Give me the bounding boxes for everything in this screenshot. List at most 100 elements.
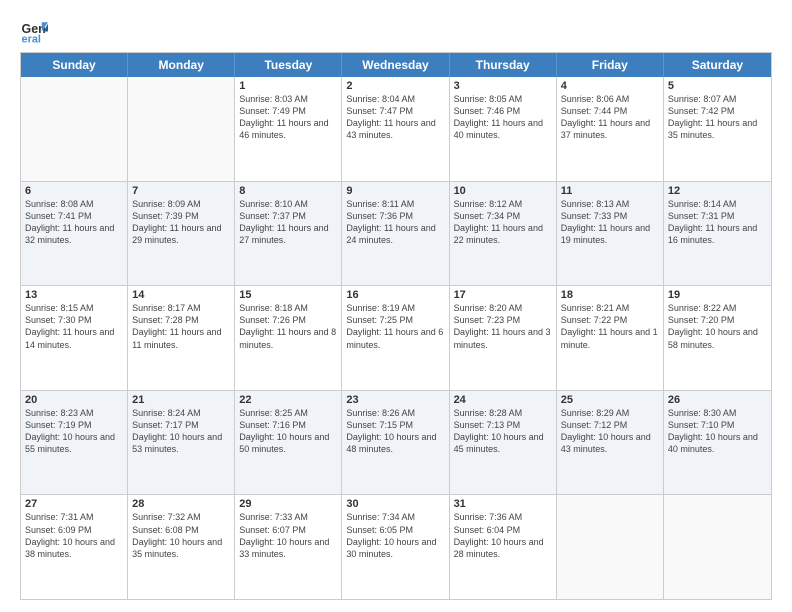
day-info: Sunrise: 8:11 AMSunset: 7:36 PMDaylight:… [346,198,444,247]
day-number: 15 [239,289,337,301]
calendar-cell: 19Sunrise: 8:22 AMSunset: 7:20 PMDayligh… [664,286,771,390]
calendar-cell: 2Sunrise: 8:04 AMSunset: 7:47 PMDaylight… [342,77,449,181]
day-info: Sunrise: 7:32 AMSunset: 6:08 PMDaylight:… [132,511,230,560]
calendar-cell: 10Sunrise: 8:12 AMSunset: 7:34 PMDayligh… [450,182,557,286]
day-info: Sunrise: 8:17 AMSunset: 7:28 PMDaylight:… [132,302,230,351]
day-number: 31 [454,498,552,510]
calendar-cell: 29Sunrise: 7:33 AMSunset: 6:07 PMDayligh… [235,495,342,599]
day-number: 28 [132,498,230,510]
day-info: Sunrise: 7:33 AMSunset: 6:07 PMDaylight:… [239,511,337,560]
calendar-cell [128,77,235,181]
logo: Gen eral [20,16,52,44]
day-info: Sunrise: 8:20 AMSunset: 7:23 PMDaylight:… [454,302,552,351]
calendar-cell: 9Sunrise: 8:11 AMSunset: 7:36 PMDaylight… [342,182,449,286]
header-cell-saturday: Saturday [664,53,771,77]
calendar-cell: 23Sunrise: 8:26 AMSunset: 7:15 PMDayligh… [342,391,449,495]
logo-icon: Gen eral [20,16,48,44]
day-number: 23 [346,394,444,406]
day-number: 20 [25,394,123,406]
day-info: Sunrise: 8:03 AMSunset: 7:49 PMDaylight:… [239,93,337,142]
header-cell-thursday: Thursday [450,53,557,77]
day-info: Sunrise: 8:12 AMSunset: 7:34 PMDaylight:… [454,198,552,247]
day-number: 29 [239,498,337,510]
day-number: 21 [132,394,230,406]
day-number: 7 [132,185,230,197]
calendar-row-2: 13Sunrise: 8:15 AMSunset: 7:30 PMDayligh… [21,285,771,390]
day-number: 18 [561,289,659,301]
day-info: Sunrise: 8:09 AMSunset: 7:39 PMDaylight:… [132,198,230,247]
calendar-row-0: 1Sunrise: 8:03 AMSunset: 7:49 PMDaylight… [21,77,771,181]
day-info: Sunrise: 8:07 AMSunset: 7:42 PMDaylight:… [668,93,767,142]
day-info: Sunrise: 7:34 AMSunset: 6:05 PMDaylight:… [346,511,444,560]
day-number: 4 [561,80,659,92]
calendar-row-4: 27Sunrise: 7:31 AMSunset: 6:09 PMDayligh… [21,494,771,599]
calendar-cell: 18Sunrise: 8:21 AMSunset: 7:22 PMDayligh… [557,286,664,390]
calendar-row-3: 20Sunrise: 8:23 AMSunset: 7:19 PMDayligh… [21,390,771,495]
calendar-cell: 20Sunrise: 8:23 AMSunset: 7:19 PMDayligh… [21,391,128,495]
calendar-cell: 31Sunrise: 7:36 AMSunset: 6:04 PMDayligh… [450,495,557,599]
calendar-body: 1Sunrise: 8:03 AMSunset: 7:49 PMDaylight… [21,77,771,599]
calendar-cell [557,495,664,599]
day-info: Sunrise: 8:13 AMSunset: 7:33 PMDaylight:… [561,198,659,247]
day-number: 12 [668,185,767,197]
calendar-cell: 4Sunrise: 8:06 AMSunset: 7:44 PMDaylight… [557,77,664,181]
day-number: 9 [346,185,444,197]
day-info: Sunrise: 8:14 AMSunset: 7:31 PMDaylight:… [668,198,767,247]
header-cell-wednesday: Wednesday [342,53,449,77]
calendar-cell: 24Sunrise: 8:28 AMSunset: 7:13 PMDayligh… [450,391,557,495]
day-info: Sunrise: 8:23 AMSunset: 7:19 PMDaylight:… [25,407,123,456]
day-number: 13 [25,289,123,301]
day-info: Sunrise: 8:10 AMSunset: 7:37 PMDaylight:… [239,198,337,247]
calendar-cell: 3Sunrise: 8:05 AMSunset: 7:46 PMDaylight… [450,77,557,181]
calendar-cell: 17Sunrise: 8:20 AMSunset: 7:23 PMDayligh… [450,286,557,390]
day-number: 14 [132,289,230,301]
day-info: Sunrise: 8:26 AMSunset: 7:15 PMDaylight:… [346,407,444,456]
day-number: 10 [454,185,552,197]
calendar-cell: 30Sunrise: 7:34 AMSunset: 6:05 PMDayligh… [342,495,449,599]
day-info: Sunrise: 8:15 AMSunset: 7:30 PMDaylight:… [25,302,123,351]
calendar-cell: 7Sunrise: 8:09 AMSunset: 7:39 PMDaylight… [128,182,235,286]
calendar-cell: 1Sunrise: 8:03 AMSunset: 7:49 PMDaylight… [235,77,342,181]
calendar-cell [664,495,771,599]
calendar-cell: 21Sunrise: 8:24 AMSunset: 7:17 PMDayligh… [128,391,235,495]
calendar-cell: 25Sunrise: 8:29 AMSunset: 7:12 PMDayligh… [557,391,664,495]
calendar-cell [21,77,128,181]
calendar-cell: 15Sunrise: 8:18 AMSunset: 7:26 PMDayligh… [235,286,342,390]
day-number: 6 [25,185,123,197]
calendar-header: SundayMondayTuesdayWednesdayThursdayFrid… [21,53,771,77]
day-info: Sunrise: 8:19 AMSunset: 7:25 PMDaylight:… [346,302,444,351]
day-info: Sunrise: 8:06 AMSunset: 7:44 PMDaylight:… [561,93,659,142]
calendar-cell: 6Sunrise: 8:08 AMSunset: 7:41 PMDaylight… [21,182,128,286]
calendar-cell: 22Sunrise: 8:25 AMSunset: 7:16 PMDayligh… [235,391,342,495]
day-info: Sunrise: 8:22 AMSunset: 7:20 PMDaylight:… [668,302,767,351]
day-number: 27 [25,498,123,510]
calendar-cell: 11Sunrise: 8:13 AMSunset: 7:33 PMDayligh… [557,182,664,286]
calendar-cell: 26Sunrise: 8:30 AMSunset: 7:10 PMDayligh… [664,391,771,495]
day-number: 26 [668,394,767,406]
day-info: Sunrise: 8:24 AMSunset: 7:17 PMDaylight:… [132,407,230,456]
day-number: 22 [239,394,337,406]
day-number: 17 [454,289,552,301]
day-info: Sunrise: 8:30 AMSunset: 7:10 PMDaylight:… [668,407,767,456]
day-info: Sunrise: 8:08 AMSunset: 7:41 PMDaylight:… [25,198,123,247]
day-info: Sunrise: 8:28 AMSunset: 7:13 PMDaylight:… [454,407,552,456]
calendar-cell: 28Sunrise: 7:32 AMSunset: 6:08 PMDayligh… [128,495,235,599]
day-number: 16 [346,289,444,301]
day-info: Sunrise: 7:36 AMSunset: 6:04 PMDaylight:… [454,511,552,560]
day-number: 1 [239,80,337,92]
header-cell-sunday: Sunday [21,53,128,77]
calendar-row-1: 6Sunrise: 8:08 AMSunset: 7:41 PMDaylight… [21,181,771,286]
header-cell-friday: Friday [557,53,664,77]
day-number: 11 [561,185,659,197]
day-number: 3 [454,80,552,92]
calendar-cell: 16Sunrise: 8:19 AMSunset: 7:25 PMDayligh… [342,286,449,390]
day-number: 30 [346,498,444,510]
day-info: Sunrise: 8:21 AMSunset: 7:22 PMDaylight:… [561,302,659,351]
calendar-cell: 12Sunrise: 8:14 AMSunset: 7:31 PMDayligh… [664,182,771,286]
header-cell-tuesday: Tuesday [235,53,342,77]
day-number: 19 [668,289,767,301]
calendar-cell: 27Sunrise: 7:31 AMSunset: 6:09 PMDayligh… [21,495,128,599]
calendar: SundayMondayTuesdayWednesdayThursdayFrid… [20,52,772,600]
day-info: Sunrise: 8:25 AMSunset: 7:16 PMDaylight:… [239,407,337,456]
svg-text:eral: eral [22,33,41,44]
